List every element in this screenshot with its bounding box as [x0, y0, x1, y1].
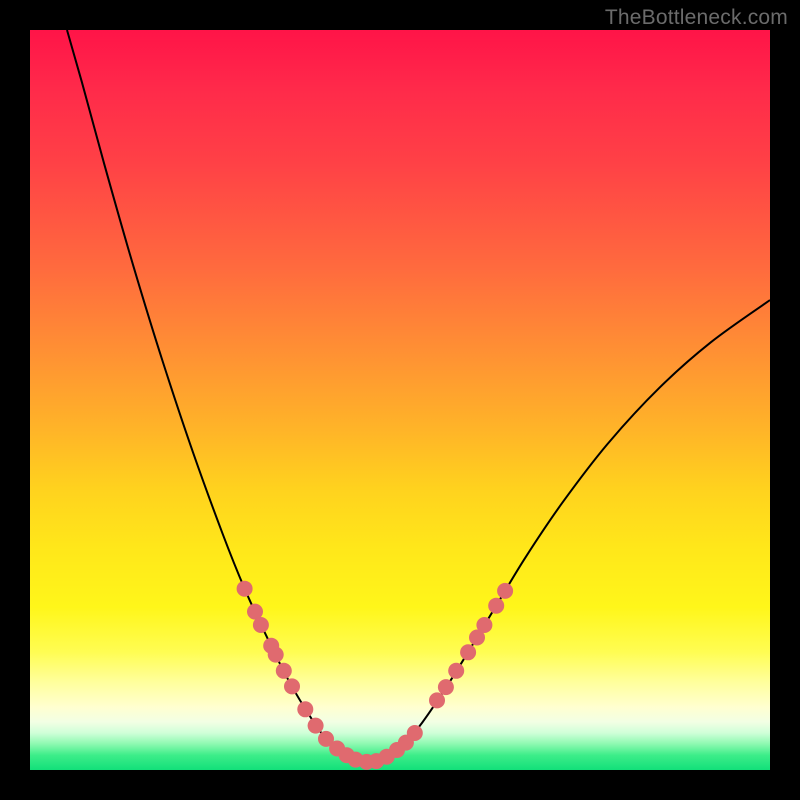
data-dot — [268, 647, 284, 663]
chart-frame: TheBottleneck.com — [0, 0, 800, 800]
data-dot — [488, 598, 504, 614]
data-dot — [253, 617, 269, 633]
data-dot — [448, 663, 464, 679]
data-dot — [297, 701, 313, 717]
chart-svg — [30, 30, 770, 770]
data-dot — [308, 718, 324, 734]
data-dot — [438, 679, 454, 695]
data-dot — [429, 692, 445, 708]
data-dot — [497, 583, 513, 599]
data-dot — [407, 725, 423, 741]
data-dot — [460, 644, 476, 660]
data-dot — [237, 581, 253, 597]
data-dot — [276, 663, 292, 679]
watermark-text: TheBottleneck.com — [605, 6, 788, 30]
data-dot — [284, 678, 300, 694]
data-dots-group — [237, 581, 513, 770]
plot-area — [30, 30, 770, 770]
bottleneck-curve — [67, 30, 770, 762]
data-dot — [476, 617, 492, 633]
